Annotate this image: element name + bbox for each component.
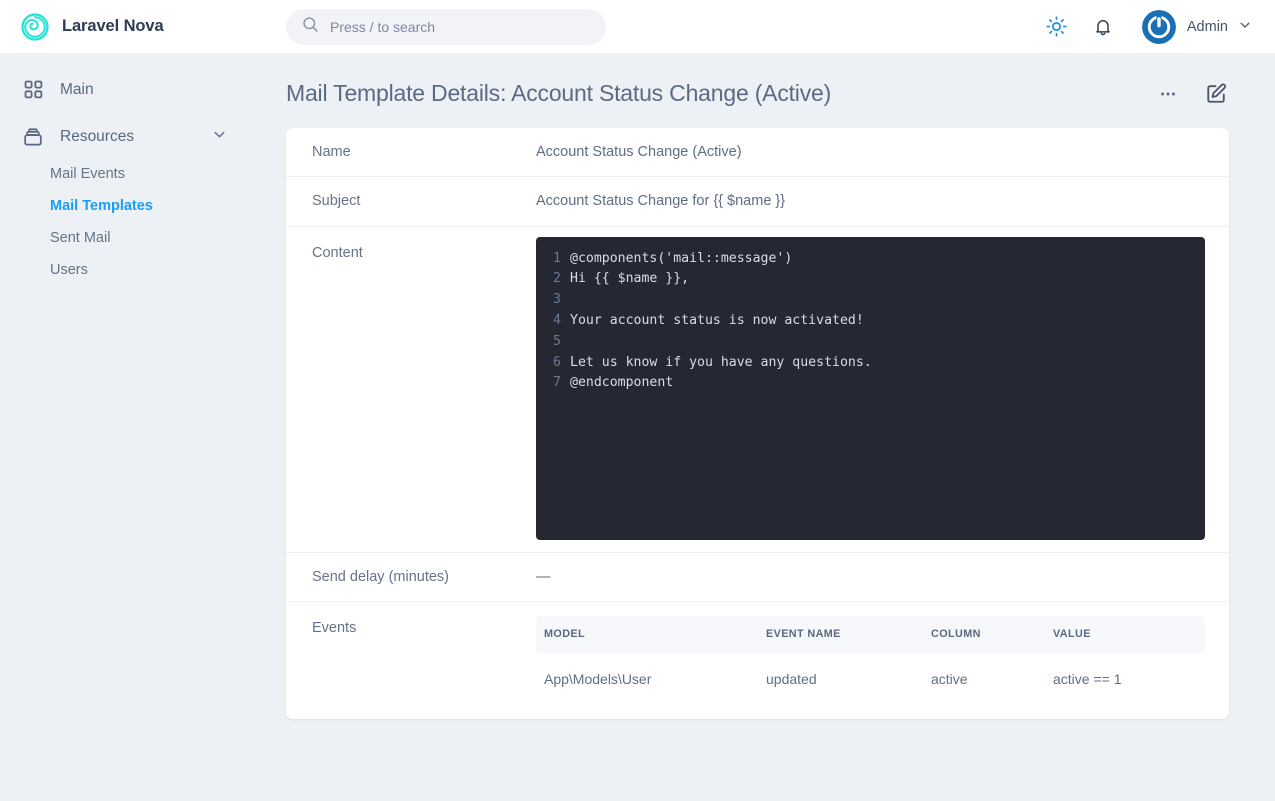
field-row-content: Content 1 @components('mail::message') 2…: [286, 227, 1229, 553]
field-value-subject: Account Status Change for {{ $name }}: [536, 193, 786, 210]
topbar-right-actions: Admin: [1044, 9, 1275, 44]
field-label-content: Content: [312, 244, 363, 261]
global-search[interactable]: [286, 8, 606, 45]
main-content: Mail Template Details: Account Status Ch…: [286, 53, 1275, 801]
column-header-value: VALUE: [1053, 615, 1205, 653]
field-row-subject: Subject Account Status Change for {{ $na…: [286, 177, 1229, 227]
bell-icon[interactable]: [1090, 14, 1116, 40]
column-header-column: COLUMN: [931, 615, 1053, 653]
line-number: 4: [553, 312, 561, 328]
field-label-events: Events: [312, 619, 357, 636]
code-line: 3: [536, 290, 1205, 311]
nova-spiral-logo-icon: [21, 12, 49, 41]
line-content: Let us know if you have any questions.: [570, 354, 872, 370]
field-label-subject: Subject: [312, 193, 361, 210]
search-icon: [302, 16, 319, 38]
sidebar-section-resources: Resources Mail Events Mail Templates Sen…: [0, 118, 286, 286]
code-editor[interactable]: 1 @components('mail::message') 2 Hi {{ $…: [536, 236, 1205, 540]
code-line: 5: [536, 332, 1205, 353]
brand-logo-area[interactable]: Laravel Nova: [0, 12, 286, 41]
code-line: 1 @components('mail::message'): [536, 249, 1205, 270]
edit-pencil-square-icon[interactable]: [1203, 81, 1229, 107]
line-number: 6: [553, 354, 561, 370]
line-number: 7: [553, 375, 561, 391]
column-header-event-name: EVENT NAME: [766, 615, 931, 653]
brand-name: Laravel Nova: [62, 17, 164, 35]
sidebar-item-mail-templates[interactable]: Mail Templates: [0, 190, 286, 222]
field-row-name: Name Account Status Change (Active): [286, 128, 1229, 178]
user-menu[interactable]: Admin: [1141, 9, 1251, 44]
field-value-send-delay: —: [536, 568, 551, 585]
sidebar-item-resources-label: Resources: [60, 128, 135, 145]
page-action-buttons: [1155, 81, 1229, 107]
line-content: @endcomponent: [570, 375, 674, 391]
table-row: App\Models\User updated active active ==…: [536, 653, 1205, 707]
archive-box-icon: [22, 127, 44, 147]
field-label-name: Name: [312, 144, 351, 160]
field-row-send-delay: Send delay (minutes) —: [286, 553, 1229, 602]
app-shell: Main Resources Mail Events Mail Template…: [0, 53, 1275, 801]
field-value-content: 1 @components('mail::message') 2 Hi {{ $…: [536, 227, 1229, 552]
line-number: 5: [553, 333, 561, 349]
sidebar-section-main: Main: [0, 71, 286, 108]
events-table-head: MODEL EVENT NAME COLUMN VALUE: [536, 615, 1205, 653]
line-number: 1: [553, 250, 561, 266]
events-table: MODEL EVENT NAME COLUMN VALUE App\Models…: [536, 615, 1205, 707]
sidebar-item-mail-events[interactable]: Mail Events: [0, 158, 286, 190]
code-line: 2 Hi {{ $name }},: [536, 269, 1205, 290]
detail-card: Name Account Status Change (Active) Subj…: [286, 128, 1229, 719]
table-header-row: MODEL EVENT NAME COLUMN VALUE: [536, 615, 1205, 653]
search-box[interactable]: [286, 8, 606, 45]
search-input[interactable]: [330, 18, 590, 35]
chevron-down-icon: [1239, 18, 1251, 36]
code-line: 6 Let us know if you have any questions.: [536, 353, 1205, 374]
field-value-name: Account Status Change (Active): [536, 144, 742, 160]
line-content: @components('mail::message'): [570, 250, 793, 266]
line-content: Your account status is now activated!: [570, 312, 864, 328]
sidebar-item-sent-mail[interactable]: Sent Mail: [0, 222, 286, 254]
sidebar-item-resources[interactable]: Resources: [0, 118, 286, 156]
code-line: 7 @endcomponent: [536, 373, 1205, 394]
chevron-down-icon[interactable]: [213, 128, 226, 146]
field-label-send-delay: Send delay (minutes): [312, 568, 450, 585]
sun-icon[interactable]: [1044, 14, 1070, 40]
column-header-model: MODEL: [536, 615, 766, 653]
code-line: 4 Your account status is now activated!: [536, 311, 1205, 332]
cell-event-name: updated: [766, 671, 817, 687]
field-value-events: MODEL EVENT NAME COLUMN VALUE App\Models…: [536, 602, 1229, 719]
grid-icon: [22, 80, 44, 99]
page-header: Mail Template Details: Account Status Ch…: [286, 53, 1229, 128]
line-content: Hi {{ $name }},: [570, 271, 690, 287]
sidebar-item-main[interactable]: Main: [0, 71, 286, 108]
sidebar-resources-children: Mail Events Mail Templates Sent Mail Use…: [0, 156, 286, 286]
cell-model: App\Models\User: [544, 671, 652, 687]
line-number: 3: [553, 292, 561, 308]
cell-column: active: [931, 671, 968, 687]
user-name: Admin: [1186, 18, 1228, 35]
events-table-body: App\Models\User updated active active ==…: [536, 653, 1205, 707]
ellipsis-icon[interactable]: [1155, 81, 1181, 107]
sidebar-item-users[interactable]: Users: [0, 254, 286, 286]
line-number: 2: [553, 271, 561, 287]
sidebar-item-main-label: Main: [60, 80, 94, 98]
user-avatar: [1141, 9, 1176, 44]
field-row-events: Events MODEL EVENT NAME COLUMN VALUE App…: [286, 602, 1229, 719]
top-navigation-bar: Laravel Nova Press / to search Admin: [0, 0, 1275, 53]
sidebar-navigation: Main Resources Mail Events Mail Template…: [0, 53, 286, 801]
page-title: Mail Template Details: Account Status Ch…: [286, 80, 832, 106]
cell-value: active == 1: [1053, 671, 1122, 687]
